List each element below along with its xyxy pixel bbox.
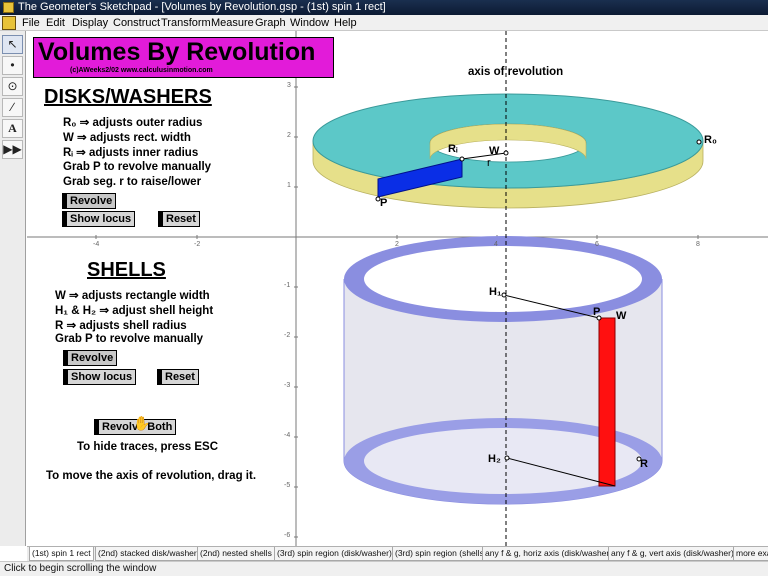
- instruction-text: R ⇒ adjusts shell radius: [55, 320, 187, 332]
- menu-bar: File Edit Display Construct Transform Me…: [0, 15, 768, 31]
- y-tick-label: -3: [284, 382, 291, 389]
- point-label-r0: R₀: [704, 134, 717, 146]
- instruction-text: Rᵢ ⇒ adjusts inner radius: [63, 147, 199, 159]
- point-tool-icon[interactable]: •: [2, 56, 23, 75]
- tab-any-fg-vert-axis[interactable]: any f & g, vert axis (disk/washer): [608, 547, 737, 561]
- disks-heading: DISKS/WASHERS: [44, 86, 212, 108]
- instruction-text: W ⇒ adjusts rectangle width: [55, 290, 210, 302]
- y-tick-label: -4: [284, 432, 291, 439]
- point-label-h2: H₂: [488, 453, 501, 465]
- status-text: Click to begin scrolling the window: [4, 563, 157, 574]
- sketch-canvas[interactable]: -4 -2 2 4 6 8 3 2 1 -1 -2 -3 -4 -5 -6 Vo…: [27, 31, 768, 546]
- title-bar: The Geometer's Sketchpad - [Volumes by R…: [0, 0, 768, 15]
- menu-window[interactable]: Window: [290, 15, 329, 31]
- status-bar: Click to begin scrolling the window: [0, 561, 768, 576]
- point-label-p-bottom: P: [593, 306, 601, 318]
- shells-show-locus-button[interactable]: Show locus: [63, 369, 137, 385]
- point-label-h1: H₁: [489, 286, 502, 298]
- arrow-tool-icon[interactable]: ↖: [2, 35, 23, 54]
- x-tick-label: -2: [194, 241, 201, 248]
- compass-tool-icon[interactable]: ⊙: [2, 77, 23, 96]
- page-tabs: (1st) spin 1 rect (2nd) stacked disk/was…: [27, 546, 768, 561]
- disks-show-locus-button[interactable]: Show locus: [62, 211, 136, 227]
- sketch-doc-icon[interactable]: [2, 16, 16, 30]
- text-tool-icon[interactable]: A: [2, 119, 23, 138]
- menu-graph[interactable]: Graph: [255, 15, 286, 31]
- instruction-text: Grab seg. r to raise/lower: [63, 176, 202, 188]
- y-tick-label: -6: [284, 532, 291, 539]
- segment-label-r: r: [487, 157, 491, 169]
- tab-spin-region-disk-washer[interactable]: (3rd) spin region (disk/washer): [274, 547, 395, 561]
- disks-revolve-button[interactable]: Revolve: [62, 193, 117, 209]
- menu-construct[interactable]: Construct: [113, 15, 160, 31]
- tab-any-fg-horiz-axis[interactable]: any f & g, horiz axis (disk/washer): [482, 547, 616, 561]
- x-tick-label: 8: [696, 241, 700, 248]
- instruction-text: R₀ ⇒ adjusts outer radius: [63, 117, 203, 129]
- straightedge-tool-icon[interactable]: ∕: [2, 98, 23, 117]
- instruction-text: Grab P to revolve manually: [63, 161, 212, 173]
- menu-help[interactable]: Help: [334, 15, 357, 31]
- washer-solid: [312, 93, 704, 209]
- hide-traces-text: To hide traces, press ESC: [77, 441, 219, 453]
- instruction-text: H₁ & H₂ ⇒ adjust shell height: [55, 305, 214, 317]
- title-banner: Volumes By Revolution (c)AWeeks2/02 www.…: [33, 37, 334, 78]
- point-label-p-top: P: [380, 197, 388, 209]
- instruction-text: W ⇒ adjusts rect. width: [63, 132, 191, 144]
- x-tick-label: -4: [93, 241, 100, 248]
- toolbox: ↖ • ⊙ ∕ A ▶▶: [0, 31, 26, 546]
- point-label-w-bottom: W: [616, 310, 627, 322]
- move-axis-text: To move the axis of revolution, drag it.: [46, 470, 257, 482]
- sketch-title: Volumes By Revolution: [38, 38, 316, 66]
- menu-display[interactable]: Display: [72, 15, 108, 31]
- disks-reset-button[interactable]: Reset: [158, 211, 200, 227]
- custom-tool-icon[interactable]: ▶▶: [2, 140, 23, 159]
- point-label-w-top: W: [489, 145, 500, 157]
- y-tick-label: 3: [287, 82, 291, 89]
- shells-revolve-button[interactable]: Revolve: [63, 350, 118, 366]
- app-icon: [3, 2, 14, 13]
- tab-stacked-disk-washer[interactable]: (2nd) stacked disk/washer: [95, 547, 200, 561]
- y-tick-label: -5: [284, 482, 291, 489]
- y-tick-label: 1: [287, 182, 291, 189]
- x-tick-label: 4: [494, 241, 498, 248]
- credit-text: (c)AWeeks2/02 www.calculusinmotion.com: [70, 67, 213, 74]
- shells-heading: SHELLS: [87, 259, 166, 281]
- tab-more-examples[interactable]: more exa: [733, 547, 768, 561]
- menu-measure[interactable]: Measure: [211, 15, 254, 31]
- sketchpad-window: The Geometer's Sketchpad - [Volumes by R…: [0, 0, 768, 576]
- y-tick-label: 2: [287, 132, 291, 139]
- y-tick-label: -2: [284, 332, 291, 339]
- shell-rectangle[interactable]: [598, 317, 616, 487]
- point-label-ri: Rᵢ: [448, 143, 458, 155]
- instruction-text: Grab P to revolve manually: [55, 333, 204, 345]
- tab-nested-shells[interactable]: (2nd) nested shells: [197, 547, 275, 561]
- x-tick-label: 2: [395, 241, 399, 248]
- point-label-r: R: [640, 458, 648, 470]
- window-title: The Geometer's Sketchpad - [Volumes by R…: [18, 1, 386, 13]
- tab-spin-1-rect[interactable]: (1st) spin 1 rect: [29, 547, 94, 561]
- shells-reset-button[interactable]: Reset: [157, 369, 199, 385]
- menu-edit[interactable]: Edit: [46, 15, 65, 31]
- menu-transform[interactable]: Transform: [161, 15, 211, 31]
- tab-spin-region-shells[interactable]: (3rd) spin region (shells): [392, 547, 490, 561]
- x-tick-label: 6: [595, 241, 599, 248]
- menu-file[interactable]: File: [22, 15, 40, 31]
- axis-label: axis of revolution: [468, 66, 564, 78]
- y-tick-label: -1: [284, 282, 291, 289]
- hand-cursor-icon: ✋: [133, 415, 151, 431]
